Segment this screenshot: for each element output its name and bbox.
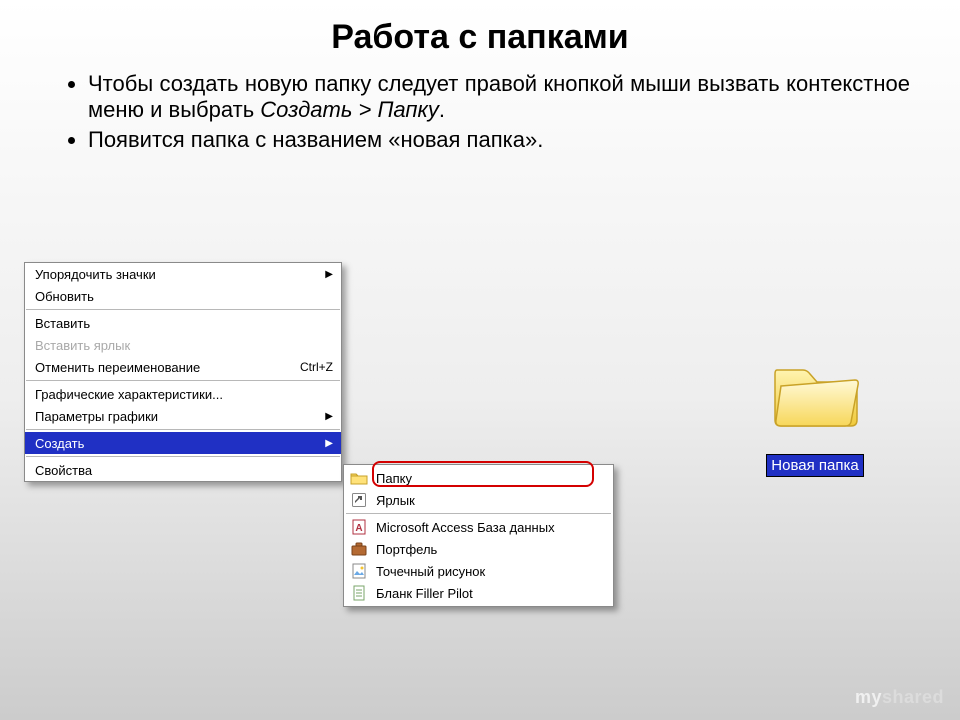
sub-bitmap[interactable]: Точечный рисунок [344,560,613,582]
sub-bitmap-label: Точечный рисунок [376,564,485,579]
folder-large-icon [767,352,863,432]
ctx-graphic-characteristics-label: Графические характеристики... [35,387,333,402]
sub-sep [346,513,611,514]
create-submenu: Папку Ярлык A Microsoft Access База данн… [343,464,614,607]
ctx-paste-shortcut[interactable]: Вставить ярлык [25,334,341,356]
watermark-b: shared [882,687,944,707]
ctx-properties[interactable]: Свойства [25,459,341,481]
page-title: Работа с папками [0,0,960,71]
sub-access-db[interactable]: A Microsoft Access База данных [344,516,613,538]
briefcase-icon [350,541,368,557]
svg-text:A: A [355,523,362,534]
sub-shortcut-label: Ярлык [376,493,415,508]
ctx-undo-rename-shortcut: Ctrl+Z [300,360,333,374]
bullet-1-pre: Чтобы создать новую папку следует правой… [88,71,910,122]
ctx-properties-label: Свойства [35,463,333,478]
ctx-undo-rename[interactable]: Отменить переименование Ctrl+Z [25,356,341,378]
chevron-right-icon: ▶ [325,438,333,449]
ctx-sep-4 [26,456,340,457]
access-icon: A [350,519,368,535]
bullet-1-post: . [439,97,445,122]
bitmap-icon [350,563,368,579]
ctx-sep-3 [26,429,340,430]
sub-folder-label: Папку [376,471,412,486]
ctx-arrange-icons-label: Упорядочить значки [35,267,325,282]
sub-briefcase-label: Портфель [376,542,437,557]
sub-filler-pilot-label: Бланк Filler Pilot [376,586,473,601]
bullet-1: Чтобы создать новую папку следует правой… [88,71,910,123]
ctx-sep-2 [26,380,340,381]
ctx-paste-shortcut-label: Вставить ярлык [35,338,333,353]
ctx-graphic-characteristics[interactable]: Графические характеристики... [25,383,341,405]
chevron-right-icon: ▶ [325,411,333,422]
sub-folder[interactable]: Папку [344,467,613,489]
ctx-arrange-icons[interactable]: Упорядочить значки ▶ [25,263,341,285]
ctx-sep-1 [26,309,340,310]
new-folder-label[interactable]: Новая папка [767,455,862,476]
shortcut-icon [350,492,368,508]
sub-shortcut[interactable]: Ярлык [344,489,613,511]
ctx-create-label: Создать [35,436,325,451]
bullet-2: Появится папка с названием «новая папка»… [88,127,910,153]
ctx-create[interactable]: Создать ▶ [25,432,341,454]
ctx-undo-rename-label: Отменить переименование [35,360,300,375]
new-folder-preview: Новая папка [760,352,870,476]
watermark: myshared [855,687,944,708]
ctx-paste[interactable]: Вставить [25,312,341,334]
ctx-paste-label: Вставить [35,316,333,331]
folder-icon [350,470,368,486]
document-icon [350,585,368,601]
context-menu: Упорядочить значки ▶ Обновить Вставить В… [24,262,342,482]
bullet-list: Чтобы создать новую папку следует правой… [0,71,960,153]
ctx-refresh-label: Обновить [35,289,333,304]
bullet-1-em: Создать > Папку [260,97,439,122]
watermark-a: my [855,687,882,707]
ctx-graphic-params-label: Параметры графики [35,409,325,424]
sub-filler-pilot[interactable]: Бланк Filler Pilot [344,582,613,604]
ctx-refresh[interactable]: Обновить [25,285,341,307]
ctx-graphic-params[interactable]: Параметры графики ▶ [25,405,341,427]
sub-briefcase[interactable]: Портфель [344,538,613,560]
chevron-right-icon: ▶ [325,269,333,280]
sub-access-db-label: Microsoft Access База данных [376,520,555,535]
